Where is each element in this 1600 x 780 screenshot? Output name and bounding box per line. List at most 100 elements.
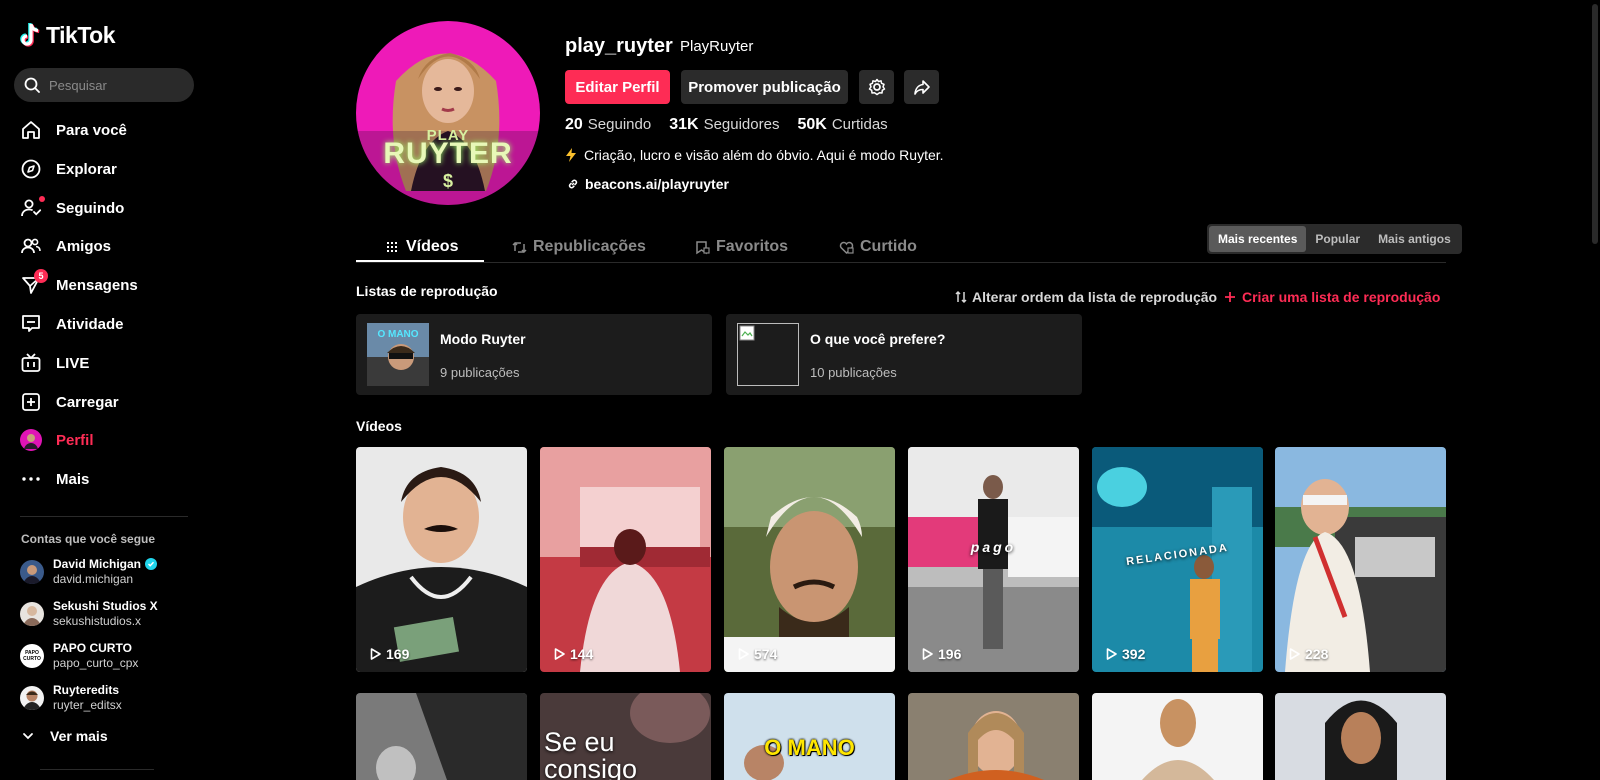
nav-carregar[interactable]: Carregar xyxy=(20,388,119,416)
see-more-button[interactable]: Ver mais xyxy=(22,728,108,744)
sidebar-bottom-divider xyxy=(40,769,154,770)
tab-republicacoes[interactable]: Republicações xyxy=(512,232,646,262)
play-icon xyxy=(922,648,933,660)
play-icon xyxy=(1289,648,1300,660)
view-count: 228 xyxy=(1305,646,1329,662)
tiktok-logo[interactable]: TikTok xyxy=(20,22,116,49)
account-avatar xyxy=(20,601,44,626)
tab-videos[interactable]: Vídeos xyxy=(386,232,458,262)
nav-label: Amigos xyxy=(56,237,112,255)
nav-label: Mais xyxy=(56,470,90,488)
nav-label: Seguindo xyxy=(56,199,125,217)
video-card[interactable] xyxy=(908,693,1079,780)
stat-label: Seguidores xyxy=(703,116,780,133)
gear-icon xyxy=(868,78,885,96)
messages-icon: 5 xyxy=(20,269,48,296)
video-card[interactable]: 144 xyxy=(540,447,711,672)
followed-account[interactable]: Ruyteredits ruyter_editsx xyxy=(20,683,122,712)
tab-curtido[interactable]: Curtido xyxy=(839,232,917,262)
sort-mais-recentes[interactable]: Mais recentes xyxy=(1209,226,1307,252)
video-card[interactable] xyxy=(1275,693,1446,780)
nav-perfil[interactable]: Perfil xyxy=(20,426,94,454)
account-avatar xyxy=(20,685,44,710)
nav-mais[interactable]: Mais xyxy=(20,465,89,493)
tab-favoritos[interactable]: Favoritos xyxy=(695,232,788,262)
create-playlist-button[interactable]: Criar uma lista de reprodução xyxy=(1224,289,1440,305)
video-card[interactable]: 574 xyxy=(724,447,895,672)
profile-link[interactable]: beacons.ai/playruyter xyxy=(567,176,729,192)
chevron-down-icon xyxy=(23,733,33,740)
logo-text: TikTok xyxy=(46,22,116,48)
reorder-playlists-button[interactable]: Alterar ordem da lista de reprodução xyxy=(954,289,1217,305)
avatar-text-dollar: $ xyxy=(442,171,453,191)
play-icon xyxy=(370,648,381,660)
sidebar-divider xyxy=(20,516,188,517)
following-section-title: Contas que você segue xyxy=(21,532,156,546)
bookmark-lock-icon xyxy=(696,240,710,254)
link-text: beacons.ai/playruyter xyxy=(585,176,729,192)
compass-icon xyxy=(20,158,42,180)
play-icon xyxy=(1106,648,1117,660)
video-card[interactable]: RELACIONADA 392 xyxy=(1092,447,1263,672)
stat-followers[interactable]: 31K Seguidores xyxy=(669,116,779,134)
sort-mais-antigos[interactable]: Mais antigos xyxy=(1369,226,1460,252)
page-scrollbar[interactable] xyxy=(1590,0,1600,250)
followed-account[interactable]: Sekushi Studios X sekushistudios.x xyxy=(20,599,158,628)
scrollbar-thumb[interactable] xyxy=(1592,4,1598,244)
video-card[interactable]: Se eu consigo xyxy=(540,693,711,780)
promote-post-button[interactable]: Promover publicação xyxy=(681,70,848,104)
video-card[interactable]: 169 xyxy=(356,447,527,672)
nav-seguindo[interactable]: Seguindo xyxy=(20,194,124,222)
video-overlay-text: pago xyxy=(970,539,1017,555)
stat-label: Curtidas xyxy=(831,116,888,133)
followed-account[interactable]: David Michigan david.michigan xyxy=(20,557,158,586)
settings-button[interactable] xyxy=(859,70,894,104)
playlist-card[interactable]: O MANO Modo Ruyter 9 publicações xyxy=(356,314,712,395)
stat-label: Seguindo xyxy=(587,116,652,133)
view-count: 169 xyxy=(386,646,410,662)
account-name: PAPO CURTO xyxy=(53,641,132,655)
search-box[interactable] xyxy=(14,68,194,102)
nav-label: Explorar xyxy=(56,160,117,178)
video-card[interactable]: pago 196 xyxy=(908,447,1079,672)
tab-label: Curtido xyxy=(860,238,917,255)
playlist-thumbnail-broken xyxy=(737,323,799,386)
playlist-card[interactable]: O que você prefere? 10 publicações xyxy=(726,314,1082,395)
video-views: 392 xyxy=(1106,646,1145,662)
nav-atividade[interactable]: Atividade xyxy=(20,310,124,338)
sort-popular[interactable]: Popular xyxy=(1306,226,1369,252)
followed-account[interactable]: PAPO CURTO PAPO CURTO papo_curto_cpx xyxy=(20,641,138,670)
account-username: ruyter_editsx xyxy=(53,698,122,712)
nav-mensagens[interactable]: 5 Mensagens xyxy=(20,269,138,299)
account-username: sekushistudios.x xyxy=(53,614,142,628)
video-card[interactable] xyxy=(356,693,527,780)
nav-label: LIVE xyxy=(56,354,90,372)
stat-number: 31K xyxy=(669,116,699,133)
video-card[interactable] xyxy=(1092,693,1263,780)
playlist-title: Modo Ruyter xyxy=(440,331,526,347)
heart-lock-icon xyxy=(839,241,854,254)
tab-label: Vídeos xyxy=(406,238,459,255)
nav-explorar[interactable]: Explorar xyxy=(20,155,117,183)
video-card[interactable]: 228 xyxy=(1275,447,1446,672)
play-icon xyxy=(554,648,565,660)
link-icon xyxy=(568,179,578,189)
video-card[interactable]: O MANO xyxy=(724,693,895,780)
stat-following[interactable]: 20 Seguindo xyxy=(565,116,651,134)
nav-para-voce[interactable]: Para você xyxy=(20,116,127,144)
videos-section-title: Vídeos xyxy=(356,418,402,434)
nav-amigos[interactable]: Amigos xyxy=(20,232,111,260)
more-icon xyxy=(20,468,42,490)
view-count: 196 xyxy=(938,646,962,662)
edit-profile-button[interactable]: Editar Perfil xyxy=(565,70,670,104)
share-profile-button[interactable] xyxy=(904,70,939,104)
search-input[interactable] xyxy=(49,77,179,93)
nav-live[interactable]: LIVE xyxy=(20,349,89,377)
nav-label: Atividade xyxy=(56,315,124,333)
tab-label: Republicações xyxy=(533,238,646,255)
sidebar: TikTok Para você Explorar Seguindo Amigo… xyxy=(0,0,200,780)
sort-arrows-icon xyxy=(955,290,967,304)
verified-icon xyxy=(145,558,158,570)
avatar-text: PAPO CURTO xyxy=(23,649,41,662)
profile-avatar-large[interactable]: PLAY RUYTER $ xyxy=(356,21,540,205)
